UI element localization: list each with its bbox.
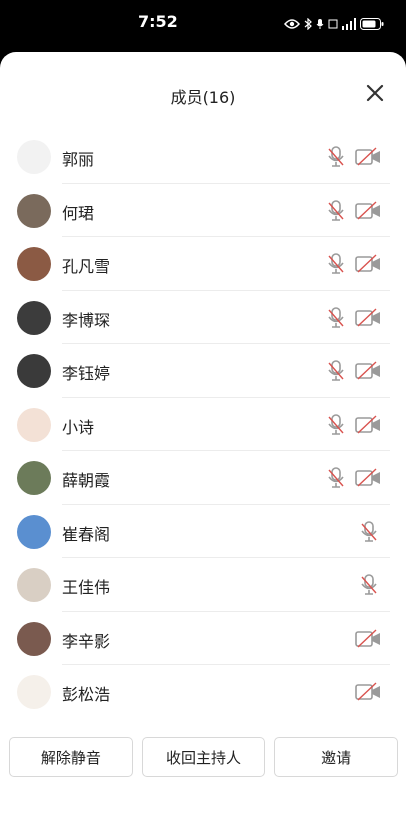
member-name: 王佳伟	[62, 578, 111, 597]
status-bar: 7:52	[0, 0, 406, 50]
member-name: 李博琛	[62, 310, 111, 330]
members-sheet: 成员(16) 郭丽何珺孔凡雪李博琛李钰婷小诗薛朝霞崔春阁王佳伟李辛影彭松浩 解除…	[0, 52, 406, 817]
camera-off-icon[interactable]	[355, 254, 381, 274]
member-name: 孔凡雪	[62, 257, 111, 276]
eye-icon	[284, 15, 300, 34]
panel-title: 成员(16)	[170, 88, 236, 107]
mic-muted-icon[interactable]	[326, 413, 346, 437]
member-name: 薛朝霞	[62, 471, 111, 490]
avatar	[17, 407, 51, 442]
camera-off-icon[interactable]	[355, 682, 381, 702]
mic-muted-icon[interactable]	[359, 573, 379, 597]
camera-off-icon[interactable]	[355, 628, 381, 649]
member-name: 小诗	[62, 417, 95, 437]
member-name: 郭丽	[62, 150, 95, 169]
member-row[interactable]: 薛朝霞	[0, 451, 406, 505]
member-row[interactable]: 郭丽	[0, 130, 406, 184]
avatar	[17, 461, 51, 495]
member-row[interactable]: 李钰婷	[0, 344, 406, 398]
member-row[interactable]: 崔春阁	[0, 505, 406, 559]
avatar	[17, 514, 51, 549]
avatar	[17, 354, 51, 388]
mic-muted-icon[interactable]	[326, 306, 346, 330]
camera-off-icon[interactable]	[355, 361, 381, 381]
avatar	[17, 247, 51, 281]
member-list: 郭丽何珺孔凡雪李博琛李钰婷小诗薛朝霞崔春阁王佳伟李辛影彭松浩	[0, 130, 406, 719]
member-row[interactable]: 王佳伟	[0, 558, 406, 612]
close-icon[interactable]	[364, 82, 386, 104]
status-time: 7:52	[138, 12, 178, 31]
camera-off-icon[interactable]	[355, 147, 381, 167]
member-name: 何珺	[62, 203, 95, 223]
bluetooth-icon	[304, 15, 312, 34]
member-row[interactable]: 何珺	[0, 184, 406, 238]
unmute-all-button[interactable]: 解除静音	[9, 737, 133, 777]
member-row[interactable]: 孔凡雪	[0, 237, 406, 291]
mic-muted-icon[interactable]	[326, 199, 346, 223]
mic-muted-icon[interactable]	[326, 466, 346, 490]
avatar	[17, 193, 51, 228]
member-name: 崔春阁	[62, 524, 111, 544]
mic-muted-icon[interactable]	[359, 520, 379, 544]
5g-icon	[328, 15, 338, 34]
member-name: 李辛影	[62, 631, 111, 651]
member-name: 彭松浩	[62, 685, 111, 704]
avatar	[17, 140, 51, 174]
avatar	[17, 675, 51, 709]
invite-button[interactable]: 邀请	[274, 737, 399, 777]
camera-off-icon[interactable]	[355, 307, 381, 328]
camera-off-icon[interactable]	[355, 468, 381, 488]
signal-icon	[342, 15, 356, 34]
camera-off-icon[interactable]	[355, 414, 381, 435]
member-row[interactable]: 小诗	[0, 398, 406, 452]
camera-off-icon[interactable]	[355, 200, 381, 221]
battery-icon	[360, 15, 384, 34]
status-icons	[284, 15, 384, 34]
member-row[interactable]: 彭松浩	[0, 665, 406, 719]
avatar	[17, 621, 51, 656]
mic-muted-icon[interactable]	[326, 359, 346, 383]
mic-icon	[316, 15, 324, 34]
avatar	[17, 568, 51, 602]
member-name: 李钰婷	[62, 364, 111, 383]
reclaim-host-button[interactable]: 收回主持人	[141, 737, 266, 777]
footer-actions: 解除静音 收回主持人 邀请	[9, 737, 399, 777]
member-row[interactable]: 李辛影	[0, 612, 406, 666]
mic-muted-icon[interactable]	[326, 145, 346, 169]
avatar	[17, 300, 51, 335]
mic-muted-icon[interactable]	[326, 252, 346, 276]
member-row[interactable]: 李博琛	[0, 291, 406, 345]
